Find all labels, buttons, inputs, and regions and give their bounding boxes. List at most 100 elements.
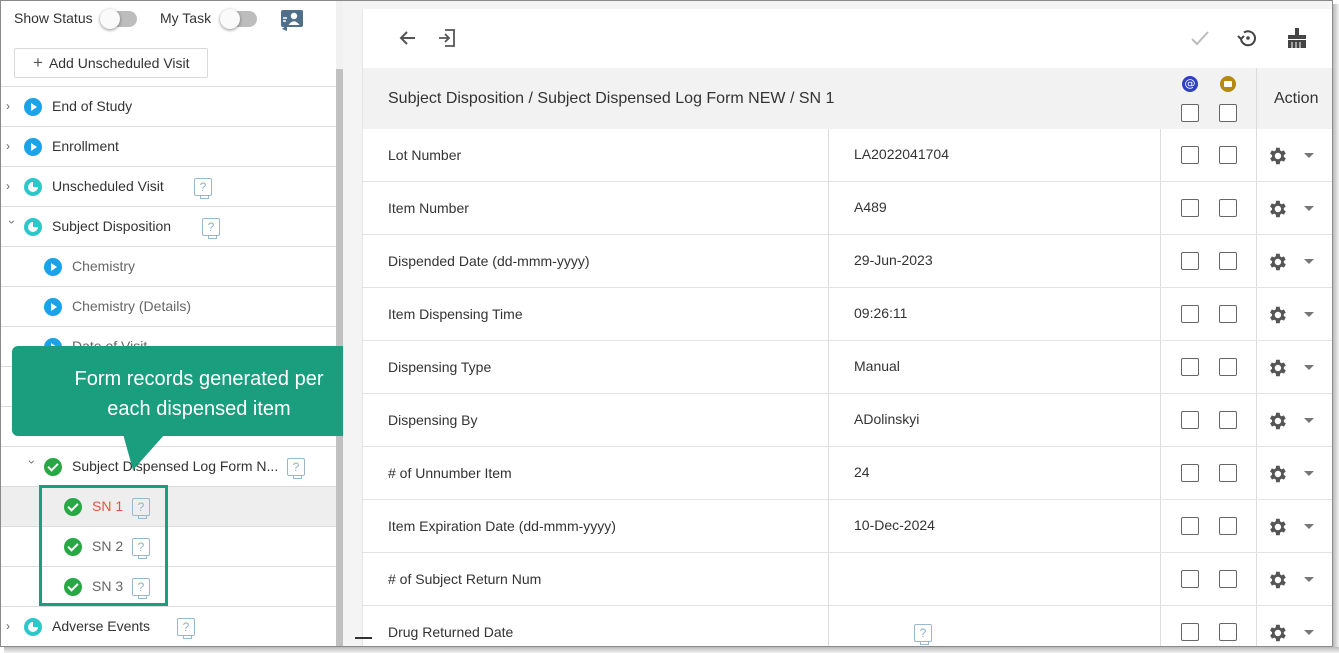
chevron-down-icon[interactable]: [1304, 524, 1314, 529]
chevron-down-icon[interactable]: [1304, 471, 1314, 476]
field-row-item-number: Item Number A489: [363, 182, 1332, 235]
chevron-down-icon[interactable]: [1304, 206, 1314, 211]
field-value[interactable]: 09:26:11: [854, 305, 907, 321]
query-checkbox[interactable]: [1181, 358, 1199, 376]
field-label: # of Subject Return Num: [388, 571, 542, 587]
field-value[interactable]: 24: [854, 464, 870, 480]
sn-records-highlight: [39, 485, 168, 606]
tree-item-adverse-events[interactable]: › Adverse Events ?: [1, 606, 336, 646]
field-row-subject-return-num: # of Subject Return Num: [363, 553, 1332, 606]
field-label: Drug Returned Date: [388, 624, 514, 640]
query-checkbox[interactable]: [1181, 305, 1199, 323]
chevron-down-icon[interactable]: ›: [25, 460, 39, 472]
arrow-left-icon[interactable]: [395, 25, 421, 51]
folder-checkbox[interactable]: [1219, 623, 1237, 641]
query-checkbox[interactable]: [1181, 411, 1199, 429]
field-row-dispensing-type: Dispensing Type Manual: [363, 341, 1332, 394]
gear-icon[interactable]: [1266, 516, 1288, 538]
gear-icon[interactable]: [1266, 304, 1288, 326]
folder-checkbox[interactable]: [1219, 570, 1237, 588]
chevron-down-icon[interactable]: [1304, 365, 1314, 370]
field-value[interactable]: LA2022041704: [854, 146, 949, 162]
add-unscheduled-visit-label: Add Unscheduled Visit: [48, 55, 190, 71]
gear-icon[interactable]: [1266, 357, 1288, 379]
help-icon[interactable]: ?: [914, 624, 932, 645]
folder-checkbox[interactable]: [1219, 146, 1237, 164]
chevron-down-icon[interactable]: [1304, 630, 1314, 635]
query-select-all-checkbox[interactable]: [1181, 104, 1199, 122]
add-unscheduled-visit-button[interactable]: + Add Unscheduled Visit: [14, 48, 208, 78]
gear-icon[interactable]: [1266, 410, 1288, 432]
show-status-toggle[interactable]: [100, 9, 137, 29]
in-progress-icon: [24, 618, 42, 636]
in-progress-icon: [24, 178, 42, 196]
field-row-item-dispensing-time: Item Dispensing Time 09:26:11: [363, 288, 1332, 341]
folder-checkbox[interactable]: [1219, 199, 1237, 217]
help-icon[interactable]: ?: [202, 218, 220, 239]
folder-checkbox[interactable]: [1219, 305, 1237, 323]
field-label: Item Number: [388, 200, 469, 216]
field-label: Item Dispensing Time: [388, 306, 523, 322]
query-checkbox[interactable]: [1181, 252, 1199, 270]
query-checkbox[interactable]: [1181, 464, 1199, 482]
check-icon[interactable]: [1187, 25, 1213, 51]
query-checkbox[interactable]: [1181, 623, 1199, 641]
field-label: Lot Number: [388, 147, 462, 163]
field-value[interactable]: 29-Jun-2023: [854, 252, 933, 268]
field-label: Dispensing Type: [388, 359, 492, 375]
tree-item-label: Chemistry: [72, 258, 136, 274]
frame-shadow-right: [1333, 4, 1339, 653]
my-task-label: My Task: [160, 10, 212, 26]
folder-checkbox[interactable]: [1219, 252, 1237, 270]
folder-checkbox[interactable]: [1219, 517, 1237, 535]
field-value[interactable]: ADolinskyi: [854, 411, 919, 427]
chevron-down-icon[interactable]: [1304, 577, 1314, 582]
broom-icon[interactable]: [1284, 25, 1310, 51]
tree-item-enrollment[interactable]: › Enrollment: [1, 126, 336, 166]
gear-icon[interactable]: [1266, 198, 1288, 220]
collapse-dash-icon[interactable]: [355, 637, 372, 639]
help-icon[interactable]: ?: [177, 618, 195, 639]
sign-in-icon[interactable]: [435, 25, 461, 51]
tree-item-chemistry-details[interactable]: Chemistry (Details): [1, 286, 336, 326]
folder-select-all-checkbox[interactable]: [1219, 104, 1237, 122]
tree-item-unscheduled-visit[interactable]: › Unscheduled Visit ?: [1, 166, 336, 206]
tree-item-end-of-study[interactable]: › End of Study: [1, 86, 336, 126]
tree-item-label: Enrollment: [52, 138, 119, 154]
history-icon[interactable]: [1235, 25, 1261, 51]
chevron-down-icon[interactable]: [1304, 259, 1314, 264]
chevron-down-icon[interactable]: [1304, 312, 1314, 317]
chevron-down-icon[interactable]: ›: [5, 220, 19, 232]
chevron-right-icon[interactable]: ›: [6, 100, 18, 112]
field-row-lot-number: Lot Number LA2022041704: [363, 129, 1332, 182]
folder-checkbox[interactable]: [1219, 358, 1237, 376]
query-checkbox[interactable]: [1181, 570, 1199, 588]
folder-checkbox[interactable]: [1219, 411, 1237, 429]
gear-icon[interactable]: [1266, 622, 1288, 644]
field-value[interactable]: 10-Dec-2024: [854, 517, 935, 533]
chevron-down-icon[interactable]: [1304, 418, 1314, 423]
frame-shadow-bottom: [4, 647, 1339, 653]
query-checkbox[interactable]: [1181, 146, 1199, 164]
chevron-right-icon[interactable]: ›: [6, 140, 18, 152]
gear-icon[interactable]: [1266, 569, 1288, 591]
panel-top-gutter: [362, 1, 1332, 9]
query-checkbox[interactable]: [1181, 517, 1199, 535]
subject-profile-icon[interactable]: [280, 9, 304, 31]
field-value[interactable]: A489: [854, 199, 887, 215]
field-value[interactable]: Manual: [854, 358, 900, 374]
tree-item-subject-disposition[interactable]: › Subject Disposition ?: [1, 206, 336, 246]
gear-icon[interactable]: [1266, 463, 1288, 485]
my-task-toggle[interactable]: [220, 9, 257, 29]
chevron-right-icon[interactable]: ›: [6, 180, 18, 192]
help-icon[interactable]: ?: [194, 178, 212, 199]
gear-icon[interactable]: [1266, 145, 1288, 167]
help-icon[interactable]: ?: [287, 458, 305, 479]
chevron-right-icon[interactable]: ›: [6, 620, 18, 632]
tree-item-chemistry[interactable]: Chemistry: [1, 246, 336, 286]
gear-icon[interactable]: [1266, 251, 1288, 273]
folder-checkbox[interactable]: [1219, 464, 1237, 482]
app-window: Show Status My Task + Add Unscheduled Vi…: [0, 0, 1333, 647]
chevron-down-icon[interactable]: [1304, 153, 1314, 158]
query-checkbox[interactable]: [1181, 199, 1199, 217]
